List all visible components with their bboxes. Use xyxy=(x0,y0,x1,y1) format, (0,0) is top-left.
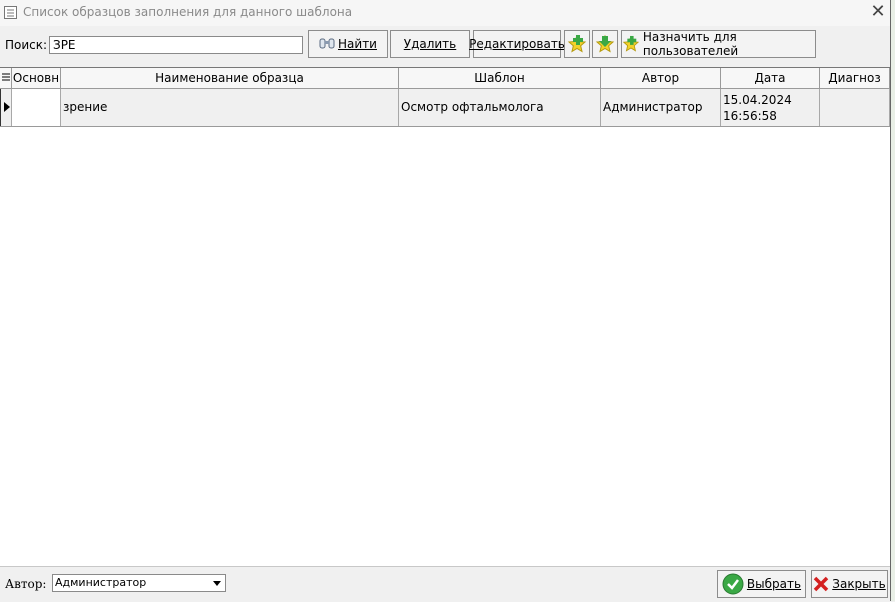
footer-bar: Автор: Администратор Выбрать Закрыть xyxy=(0,566,890,602)
add-star-button[interactable] xyxy=(564,30,590,58)
edit-button-label: Редактировать xyxy=(469,37,565,51)
column-header-diagnosis[interactable]: Диагноз xyxy=(820,68,890,89)
form-list-icon xyxy=(4,6,17,19)
check-circle-icon xyxy=(722,573,744,595)
column-header-template[interactable]: Шаблон xyxy=(399,68,601,89)
star-add-icon xyxy=(622,35,640,52)
cell-name[interactable]: зрение xyxy=(61,89,399,126)
binoculars-icon xyxy=(319,38,335,49)
samples-table: Основн Наименование образца Шаблон Автор… xyxy=(0,67,890,567)
column-header-author[interactable]: Автор xyxy=(601,68,721,89)
chevron-down-icon xyxy=(213,581,221,586)
search-input[interactable] xyxy=(49,36,303,54)
window-title: Список образцов заполнения для данного ш… xyxy=(23,5,353,19)
cell-diagnosis[interactable] xyxy=(820,89,890,126)
column-header-name[interactable]: Наименование образца xyxy=(61,68,399,89)
find-button-label: Найти xyxy=(338,37,377,51)
close-icon xyxy=(814,576,829,592)
table-row[interactable]: зрение Осмотр офтальмолога Администратор… xyxy=(0,89,890,127)
select-button-label: Выбрать xyxy=(746,577,802,591)
cell-date-time: 16:56:58 xyxy=(723,109,777,123)
close-icon[interactable]: ✕ xyxy=(868,2,888,22)
find-button[interactable]: Найти xyxy=(308,30,388,58)
close-button[interactable]: Закрыть xyxy=(811,570,888,598)
column-chooser-icon[interactable] xyxy=(0,68,12,89)
delete-button-label: Удалить xyxy=(403,37,457,51)
search-label: Поиск: xyxy=(5,38,48,52)
current-row-arrow-icon xyxy=(4,102,10,112)
cell-template[interactable]: Осмотр офтальмолога xyxy=(399,89,601,126)
cell-date-day: 15.04.2024 xyxy=(723,93,792,107)
author-label: Автор: xyxy=(5,577,47,591)
assign-users-button[interactable]: Назначить для пользователей xyxy=(621,30,816,58)
select-button[interactable]: Выбрать xyxy=(717,570,806,598)
row-indicator xyxy=(0,89,12,126)
down-star-button[interactable] xyxy=(592,30,618,58)
author-select-value: Администратор xyxy=(55,576,147,589)
assign-users-label: Назначить для пользователей xyxy=(642,30,739,58)
cell-date[interactable]: 15.04.2024 16:56:58 xyxy=(721,89,820,126)
star-down-icon xyxy=(595,34,615,53)
edit-button[interactable]: Редактировать xyxy=(469,30,565,58)
cell-author[interactable]: Администратор xyxy=(601,89,721,126)
title-bar: Список образцов заполнения для данного ш… xyxy=(0,0,895,26)
background-window-strip xyxy=(891,0,895,601)
author-select[interactable]: Администратор xyxy=(52,574,226,592)
column-header-main[interactable]: Основн xyxy=(12,68,61,89)
delete-button[interactable]: Удалить xyxy=(390,30,470,58)
close-button-label: Закрыть xyxy=(832,577,886,591)
column-header-date[interactable]: Дата xyxy=(721,68,820,89)
star-add-icon xyxy=(567,34,587,53)
cell-main[interactable] xyxy=(12,89,61,126)
